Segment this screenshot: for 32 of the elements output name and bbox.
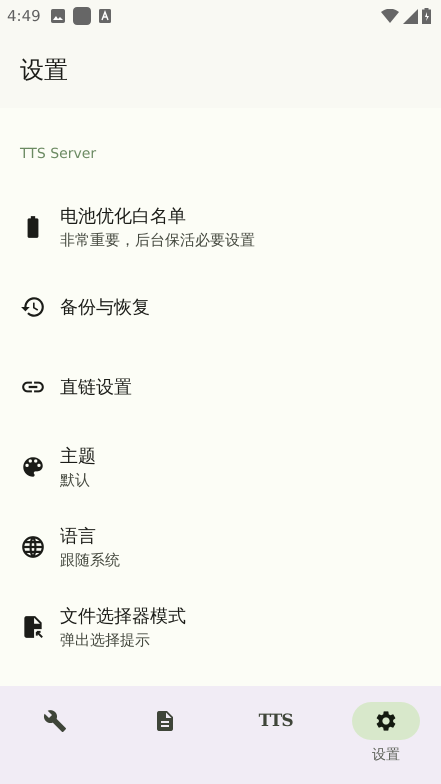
globe-icon xyxy=(20,534,46,560)
clock: 4:49 xyxy=(7,7,41,25)
item-summary: 弹出选择提示 xyxy=(60,631,151,650)
settings-item[interactable]: 备份与恢复 xyxy=(0,267,441,347)
wifi-icon xyxy=(381,9,399,23)
settings-item[interactable]: 语言 跟随系统 xyxy=(0,507,441,587)
nav-tab[interactable]: TTS xyxy=(242,702,310,740)
item-summary: 跟随系统 xyxy=(60,551,120,570)
signal-icon xyxy=(403,8,418,24)
settings-item[interactable]: 主题 默认 xyxy=(0,427,441,507)
item-title: 直链设置 xyxy=(60,376,132,399)
wrench-icon xyxy=(43,709,68,733)
tts-logo: TTS xyxy=(258,711,293,731)
section-header: TTS Server xyxy=(20,146,96,162)
item-summary: 默认 xyxy=(60,471,91,490)
settings-item[interactable]: 直链设置 xyxy=(0,347,441,427)
item-title: 电池优化白名单 xyxy=(60,205,187,228)
item-title: 语言 xyxy=(60,525,97,548)
battery-charging-icon xyxy=(422,8,431,24)
item-title: 备份与恢复 xyxy=(60,296,150,319)
settings-item[interactable]: 电池优化白名单 非常重要，后台保活必要设置 xyxy=(0,187,441,267)
image-icon xyxy=(50,9,65,23)
nav-tab[interactable] xyxy=(352,702,420,740)
item-title: 主题 xyxy=(60,445,96,468)
nav-label: 设置 xyxy=(372,746,400,764)
page-title: 设置 xyxy=(20,55,68,86)
item-title: 文件选择器模式 xyxy=(60,605,186,628)
app-icon xyxy=(98,9,111,23)
settings-item[interactable]: 文件选择器模式 弹出选择提示 xyxy=(0,587,441,667)
settings-icon xyxy=(374,709,398,733)
square-icon xyxy=(72,7,91,25)
item-summary: 非常重要，后台保活必要设置 xyxy=(60,231,255,250)
